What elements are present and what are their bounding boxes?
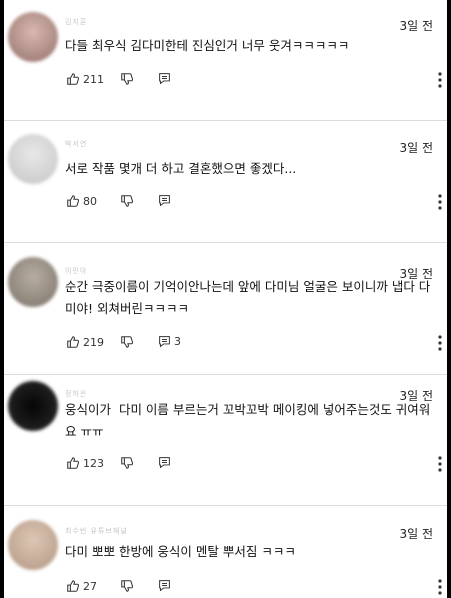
comment-item: 최수빈 유튜브채널 3일 전 다미 뽀뽀 한방에 웅식이 멘탈 뿌서짐 ㅋㅋㅋ … <box>4 506 447 598</box>
reply-button[interactable]: 3 <box>158 335 181 348</box>
comment-item: 정하은 3일 전 웅식이가 다미 이름 부르는거 꼬박꼬박 메이킹에 넣어주는것… <box>4 375 447 506</box>
more-vertical-icon <box>438 335 442 351</box>
thumbs-up-icon <box>67 336 80 348</box>
reply-button[interactable] <box>158 194 174 207</box>
comment-text: 서로 작품 몇개 더 하고 결혼했으면 좋겠다... <box>65 161 297 176</box>
thumbs-up-icon <box>67 73 80 85</box>
comment-time[interactable]: 3일 전 <box>399 17 433 34</box>
reply-icon <box>159 580 170 592</box>
dislike-button[interactable] <box>120 456 134 470</box>
more-button[interactable] <box>438 579 442 595</box>
more-vertical-icon <box>438 194 442 210</box>
reply-button[interactable] <box>158 72 174 85</box>
more-button[interactable] <box>438 72 442 88</box>
reply-icon <box>159 336 170 348</box>
like-button[interactable]: 123 <box>66 456 104 470</box>
comment-text: 웅식이가 다미 이름 부르는거 꼬박꼬박 메이킹에 넣어주는것도 귀여워요 ㅠㅠ <box>65 402 431 439</box>
like-button[interactable]: 27 <box>66 579 97 593</box>
comment-author[interactable]: 최수빈 유튜브채널 <box>65 526 128 536</box>
more-button[interactable] <box>438 194 442 210</box>
comment-item: 이민아 3일 전 순간 극중이름이 기억이안나는데 앞에 다미님 얼굴은 보이니… <box>4 243 447 375</box>
reply-icon <box>159 73 170 85</box>
like-count: 211 <box>83 72 104 86</box>
like-button[interactable]: 80 <box>66 194 97 208</box>
thumbs-down-icon <box>121 457 134 469</box>
like-count: 27 <box>83 579 97 593</box>
comment-text: 다들 최우식 김다미한테 진심인거 너무 웃겨ㅋㅋㅋㅋㅋ <box>65 38 350 53</box>
more-vertical-icon <box>438 72 442 88</box>
like-count: 219 <box>83 335 104 349</box>
comment-text: 순간 극중이름이 기억이안나는데 앞에 다미님 얼굴은 보이니까 냅다 다미야!… <box>65 279 431 316</box>
dislike-button[interactable] <box>120 335 134 349</box>
comments-panel: 김지훈 3일 전 다들 최우식 김다미한테 진심인거 너무 웃겨ㅋㅋㅋㅋㅋ 21… <box>4 0 447 598</box>
comment-time[interactable]: 3일 전 <box>399 525 433 542</box>
more-vertical-icon <box>438 579 442 595</box>
comment-time[interactable]: 3일 전 <box>399 139 433 156</box>
comment-author[interactable]: 김지훈 <box>65 17 87 27</box>
comment-author[interactable]: 정하은 <box>65 389 87 399</box>
avatar[interactable] <box>8 12 58 62</box>
thumbs-down-icon <box>121 336 134 348</box>
more-button[interactable] <box>438 456 442 472</box>
thumbs-down-icon <box>121 195 134 207</box>
like-button[interactable]: 219 <box>66 335 104 349</box>
comment-item: 김지훈 3일 전 다들 최우식 김다미한테 진심인거 너무 웃겨ㅋㅋㅋㅋㅋ 21… <box>4 0 447 121</box>
avatar[interactable] <box>8 381 58 431</box>
reply-icon <box>159 195 170 207</box>
thumbs-up-icon <box>67 580 80 592</box>
thumbs-up-icon <box>67 457 80 469</box>
reply-count: 3 <box>174 335 181 348</box>
comment-text: 다미 뽀뽀 한방에 웅식이 멘탈 뿌서짐 ㅋㅋㅋ <box>65 544 296 559</box>
reply-button[interactable] <box>158 579 174 592</box>
comment-author[interactable]: 박서연 <box>65 139 87 149</box>
thumbs-down-icon <box>121 580 134 592</box>
avatar[interactable] <box>8 134 58 184</box>
thumbs-down-icon <box>121 73 134 85</box>
reply-icon <box>159 457 170 469</box>
reply-button[interactable] <box>158 456 174 469</box>
like-button[interactable]: 211 <box>66 72 104 86</box>
more-button[interactable] <box>438 335 442 351</box>
dislike-button[interactable] <box>120 72 134 86</box>
more-vertical-icon <box>438 456 442 472</box>
comment-author[interactable]: 이민아 <box>65 266 87 276</box>
thumbs-up-icon <box>67 195 80 207</box>
dislike-button[interactable] <box>120 579 134 593</box>
dislike-button[interactable] <box>120 194 134 208</box>
like-count: 80 <box>83 194 97 208</box>
avatar[interactable] <box>8 520 58 570</box>
comment-item: 박서연 3일 전 서로 작품 몇개 더 하고 결혼했으면 좋겠다... 80 <box>4 121 447 243</box>
avatar[interactable] <box>8 257 58 307</box>
like-count: 123 <box>83 456 104 470</box>
